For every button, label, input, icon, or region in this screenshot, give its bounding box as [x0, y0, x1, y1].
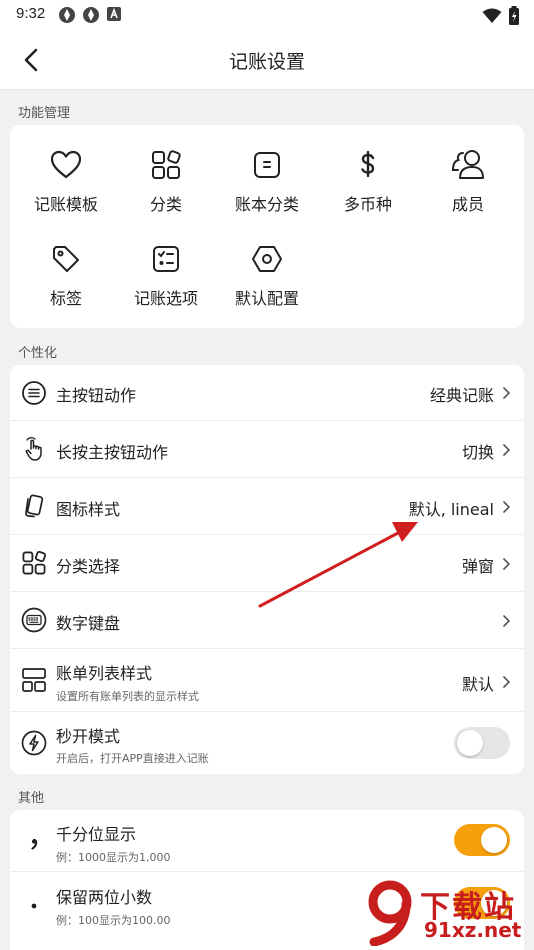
row-title: 数字键盘	[56, 614, 121, 633]
feature-item-tags[interactable]: 标签	[16, 233, 116, 323]
watermark-9-icon	[368, 880, 412, 946]
feature-item-template[interactable]: 记账模板	[16, 139, 116, 229]
personalize-card: 主按钮动作 经典记账 长按主按钮动作 切换 图标样式 默认, lineal 分类…	[10, 365, 524, 774]
row-title: 秒开模式	[56, 727, 121, 746]
tag-icon	[48, 241, 84, 277]
toggle-knob	[457, 730, 483, 756]
category-grid-icon	[20, 549, 48, 577]
features-card: 记账模板 分类 账本分类 多币种 成员 标签 记账选项 默认配置	[10, 125, 524, 328]
section-label-features: 功能管理	[18, 106, 71, 121]
row-title: 主按钮动作	[56, 386, 137, 405]
watermark-url: 91xz.net	[424, 918, 522, 942]
watermark-logo: 下载站 91xz.net	[362, 880, 532, 948]
setting-row-number-keyboard[interactable]: 数字键盘	[10, 592, 524, 649]
row-title: 长按主按钮动作	[56, 443, 169, 462]
app-notification-icon	[59, 7, 75, 23]
section-label-personalize: 个性化	[18, 346, 58, 361]
checklist-icon	[148, 241, 184, 277]
row-title: 分类选择	[56, 557, 121, 576]
dot-icon	[20, 890, 48, 918]
section-label-others: 其他	[18, 791, 45, 806]
row-value: 默认	[461, 675, 494, 694]
icon-style-icon	[20, 492, 48, 520]
row-value: 切换	[461, 443, 494, 462]
wifi-icon	[482, 8, 502, 23]
feature-label: 记账模板	[33, 195, 98, 214]
setting-row-quick-open[interactable]: 秒开模式 开启后，打开APP直接进入记账	[10, 712, 524, 774]
chevron-right-icon	[503, 387, 511, 399]
toggle-knob	[481, 827, 507, 853]
setting-row-thousands-separator[interactable]: 千分位显示 例：1000显示为1,000	[10, 810, 524, 872]
hexagon-settings-icon	[249, 241, 285, 277]
feature-label: 多币种	[343, 195, 392, 214]
row-title: 千分位显示	[56, 825, 137, 844]
feature-label: 成员	[451, 195, 484, 214]
status-bar: 9:32	[0, 0, 534, 30]
a-letter-icon	[107, 7, 121, 21]
feature-item-category[interactable]: 分类	[116, 139, 216, 229]
row-value: 弹窗	[461, 557, 494, 576]
setting-row-icon-style[interactable]: 图标样式 默认, lineal	[10, 478, 524, 535]
row-subtitle: 例：1000显示为1,000	[56, 851, 171, 864]
list-layout-icon	[20, 666, 48, 694]
long-press-icon	[20, 435, 48, 463]
app-notification-icon	[83, 7, 99, 23]
dollar-icon	[350, 147, 386, 183]
feature-label: 分类	[149, 195, 182, 214]
feature-label: 账本分类	[234, 195, 299, 214]
row-value: 默认, lineal	[408, 500, 494, 519]
feature-item-ledger-category[interactable]: 账本分类	[217, 139, 317, 229]
setting-row-main-button-action[interactable]: 主按钮动作 经典记账	[10, 365, 524, 421]
app-header: 记账设置	[0, 30, 534, 90]
row-subtitle: 例：100显示为100.00	[56, 914, 171, 927]
lightning-icon	[20, 729, 48, 757]
feature-label: 记账选项	[133, 289, 198, 308]
status-system-icons	[482, 6, 520, 26]
ledger-icon	[249, 147, 285, 183]
feature-item-options[interactable]: 记账选项	[116, 233, 216, 323]
menu-circle-icon	[20, 379, 48, 407]
row-subtitle: 开启后，打开APP直接进入记账	[56, 752, 209, 765]
setting-row-category-select[interactable]: 分类选择 弹窗	[10, 535, 524, 592]
category-grid-icon	[148, 147, 184, 183]
feature-item-default-config[interactable]: 默认配置	[217, 233, 317, 323]
quick-open-toggle[interactable]	[454, 727, 510, 759]
feature-item-members[interactable]: 成员	[418, 139, 518, 229]
status-time: 9:32	[16, 5, 46, 22]
setting-row-long-press-action[interactable]: 长按主按钮动作 切换	[10, 421, 524, 478]
keyboard-icon	[20, 606, 48, 634]
thousands-separator-toggle[interactable]	[454, 824, 510, 856]
feature-item-multi-currency[interactable]: 多币种	[318, 139, 418, 229]
page-title: 记账设置	[228, 51, 305, 73]
battery-charging-icon	[509, 6, 519, 25]
feature-label: 标签	[49, 289, 82, 308]
row-subtitle: 设置所有账单列表的显示样式	[56, 690, 199, 703]
setting-row-bill-list-style[interactable]: 账单列表样式 设置所有账单列表的显示样式 默认	[10, 649, 524, 712]
members-icon	[450, 147, 486, 183]
chevron-right-icon	[503, 444, 511, 456]
row-title: 账单列表样式	[56, 664, 153, 683]
chevron-right-icon	[503, 558, 511, 570]
row-value: 经典记账	[429, 386, 494, 405]
chevron-right-icon	[503, 676, 511, 688]
heart-icon	[48, 147, 84, 183]
row-title: 保留两位小数	[56, 888, 153, 907]
chevron-right-icon	[503, 615, 511, 627]
chevron-right-icon	[503, 501, 511, 513]
status-notification-icons	[58, 6, 122, 24]
row-title: 图标样式	[56, 500, 121, 519]
feature-label: 默认配置	[234, 289, 299, 308]
comma-icon	[20, 827, 48, 855]
